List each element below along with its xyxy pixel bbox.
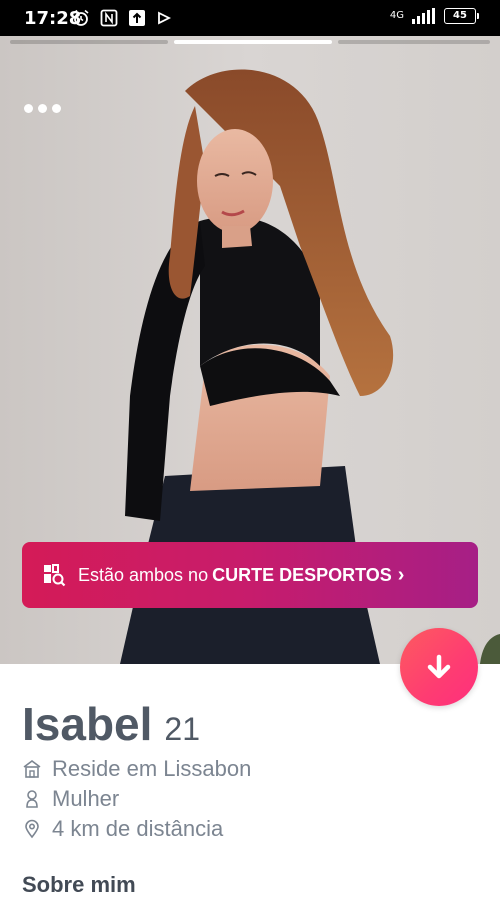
location-pin-icon (25, 819, 39, 839)
nfc-icon (100, 9, 118, 27)
dot-icon (24, 104, 33, 113)
more-options-button[interactable] (24, 104, 61, 113)
shared-community-banner[interactable]: Estão ambos no CURTE DESPORTOS › (22, 542, 478, 608)
photo-page-indicator (10, 40, 168, 44)
profile-age: 21 (164, 711, 201, 747)
signal-icon (412, 8, 435, 24)
home-icon (23, 760, 41, 778)
person-icon (26, 790, 38, 808)
community-icon (44, 564, 66, 587)
profile-name-age: Isabel 21 (22, 697, 200, 751)
alarm-icon (73, 9, 89, 26)
dot-icon (38, 104, 47, 113)
detail-gender: Mulher (22, 786, 119, 812)
detail-gender-text: Mulher (52, 786, 120, 811)
photo-pagination (0, 40, 500, 46)
detail-distance-text: 4 km de distância (52, 816, 224, 841)
status-system-icons: 4G 45 (389, 8, 479, 24)
photo-page-indicator-active (174, 40, 332, 44)
banner-text: Estão ambos no CURTE DESPORTOS (78, 565, 392, 586)
status-notification-icons (72, 9, 172, 27)
scroll-down-button[interactable] (400, 628, 478, 706)
profile-name: Isabel (22, 698, 153, 750)
detail-distance: 4 km de distância (22, 816, 223, 842)
banner-prefix: Estão ambos no (78, 564, 209, 585)
battery-icon: 45 (444, 8, 479, 24)
detail-residence-text: Reside em Lissabon (52, 756, 252, 781)
photo-page-indicator (338, 40, 490, 44)
upload-icon (129, 10, 145, 26)
banner-community-name: CURTE DESPORTOS (212, 564, 392, 585)
arrow-down-icon (427, 654, 451, 679)
about-me-heading: Sobre mim (22, 872, 136, 897)
chevron-right-icon: › (397, 563, 405, 586)
dot-icon (52, 104, 61, 113)
network-type: 4G (389, 10, 404, 21)
play-store-icon (158, 11, 172, 25)
detail-residence: Reside em Lissabon (22, 756, 251, 782)
status-bar: 17:28 4G 45 (0, 0, 500, 36)
